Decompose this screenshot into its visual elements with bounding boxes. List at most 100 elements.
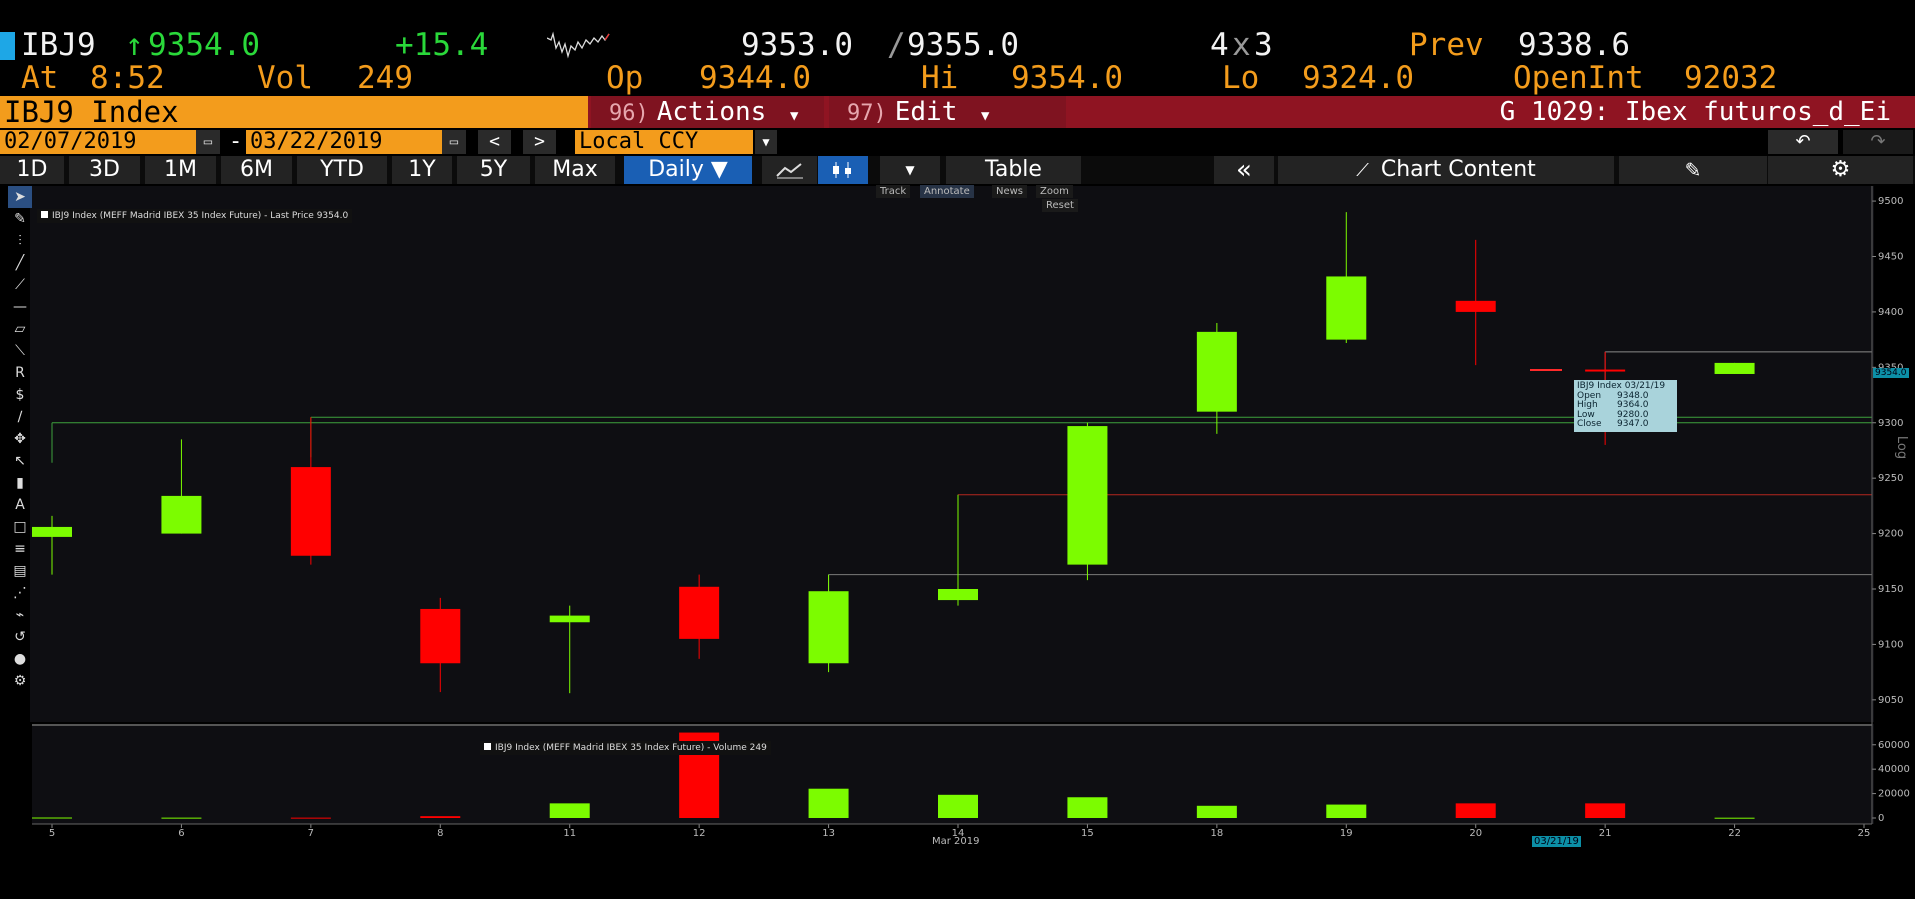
calendar-icon[interactable]: ▭ [442, 130, 466, 154]
text-icon[interactable]: A [8, 494, 32, 516]
vol-tick-label: 40000 [1878, 764, 1910, 775]
prev-price: 9338.6 [1518, 27, 1630, 63]
x-tick-label: 22 [1728, 828, 1741, 839]
next-range-button[interactable]: > [523, 130, 556, 154]
tooltip-row: Close 9347.0 [1577, 419, 1649, 429]
rectangle-icon[interactable]: □ [8, 516, 32, 538]
fibonacci-icon[interactable]: ⫶ [8, 230, 32, 252]
list-icon[interactable]: ≡ [8, 538, 32, 560]
ray-icon[interactable]: ⟋ [8, 274, 32, 296]
collapse-button[interactable]: « [1214, 156, 1274, 184]
tab-1m[interactable]: 1M [145, 156, 216, 184]
undo-button[interactable]: ↶ [1768, 130, 1838, 154]
dotted-line-icon[interactable]: ⋰ [8, 582, 32, 604]
tab-max[interactable]: Max [535, 156, 615, 184]
price-chart[interactable]: 9500945094009350930092509200915091009050… [0, 186, 1915, 856]
ask-price: 9355.0 [907, 27, 1019, 63]
end-date-field[interactable]: 03/22/2019 [246, 130, 442, 154]
edit-number: 97) [847, 101, 887, 126]
vol-tick-label: 20000 [1878, 789, 1910, 800]
chevron-down-icon: ▼ [789, 108, 799, 124]
candle-body [1067, 426, 1108, 565]
zoom-button[interactable]: Zoom [1036, 185, 1073, 198]
pen-icon[interactable]: ✎ [8, 208, 32, 230]
currency-select[interactable]: Local CCY [575, 130, 753, 154]
drawing-toolbar: ➤ ✎ ⫶ ╱ ⟋ — ▱ ⟍ R $ ∕ ✥ ↖ ▮ A □ ≡ ▤ ⋰ ⌁ … [8, 186, 32, 692]
prev-label: Prev [1409, 27, 1484, 63]
table-icon[interactable]: ▤ [8, 560, 32, 582]
refresh-icon[interactable]: ↺ [8, 626, 32, 648]
reset-button[interactable]: Reset [1042, 199, 1078, 212]
y-tick-label: 9200 [1878, 529, 1903, 540]
edit-label: Edit [894, 97, 958, 127]
chevron-down-icon: ▼ [981, 108, 990, 124]
x-tick-label: 8 [437, 828, 443, 839]
candlestick-icon[interactable] [818, 156, 868, 184]
y-tick-label: 9300 [1878, 418, 1903, 429]
volume-bar [938, 794, 978, 818]
price-range-icon[interactable]: $ [8, 384, 32, 406]
tab-5y[interactable]: 5Y [457, 156, 530, 184]
line-chart-icon[interactable] [762, 156, 817, 184]
palette-icon[interactable]: ● [8, 648, 32, 670]
move-icon[interactable]: ✥ [8, 428, 32, 450]
volume-bar [1714, 817, 1755, 819]
settings-small-icon[interactable]: ⚙ [8, 670, 32, 692]
high-label: Hi [921, 60, 959, 96]
y-tick-label: 9400 [1878, 307, 1903, 318]
actions-menu[interactable]: 96) Actions ▼ [591, 96, 824, 128]
log-scale-label[interactable]: Log [1894, 436, 1909, 459]
track-button[interactable]: Track [876, 185, 911, 198]
candle-body [1326, 276, 1367, 340]
cursor-icon[interactable]: ➤ [8, 186, 32, 208]
start-date-field[interactable]: 02/07/2019 [0, 130, 196, 154]
candle-body [290, 467, 331, 556]
x-tick-label: 11 [563, 828, 576, 839]
open-value: 9344.0 [699, 60, 811, 96]
volume-legend: IBJ9 Index (MEFF Madrid IBEX 35 Index Fu… [480, 741, 771, 755]
segment-icon[interactable]: ⟍ [8, 340, 32, 362]
price-legend-text: IBJ9 Index (MEFF Madrid IBEX 35 Index Fu… [52, 211, 349, 221]
candle-body [1196, 331, 1237, 412]
gear-icon[interactable]: ⚙ [1768, 156, 1913, 184]
tab-6m[interactable]: 6M [221, 156, 292, 184]
pointer-icon[interactable]: ↖ [8, 450, 32, 472]
link-icon[interactable]: ⌁ [8, 604, 32, 626]
volume-bar [32, 817, 72, 819]
ohlc-tooltip: IBJ9 Index 03/21/19 Open 9348.0 High 9364.… [1574, 380, 1677, 432]
redo-button[interactable]: ↷ [1843, 130, 1913, 154]
cursor-date-label: 03/21/19 [1532, 836, 1581, 847]
horizontal-line-icon[interactable]: — [8, 296, 32, 318]
bid-ask-separator: / [887, 27, 906, 63]
chart-style-dropdown[interactable]: ▼ [880, 156, 940, 184]
edit-chart-icon[interactable]: ✎ [1619, 156, 1767, 184]
ratio-icon[interactable]: R [8, 362, 32, 384]
vol-label: Vol [257, 60, 313, 96]
tab-1y[interactable]: 1Y [392, 156, 452, 184]
edit-menu[interactable]: 97) Edit ▼ [829, 96, 1066, 128]
open-label: Op [606, 60, 644, 96]
y-tick-label: 9150 [1878, 584, 1903, 595]
trash-icon[interactable]: ▮ [8, 472, 32, 494]
chart-content-button[interactable]: ⟋ Chart Content [1278, 156, 1614, 184]
trendline-icon[interactable]: ╱ [8, 252, 32, 274]
news-button[interactable]: News [992, 185, 1028, 198]
last-price: 9354.0 [148, 27, 260, 63]
channel-icon[interactable]: ▱ [8, 318, 32, 340]
tab-ytd[interactable]: YTD [297, 156, 387, 184]
tab-3d[interactable]: 3D [69, 156, 140, 184]
brush-icon[interactable]: ∕ [8, 406, 32, 428]
volume-bar [549, 803, 590, 818]
bid-size: 4 [1210, 27, 1229, 63]
ask-size: 3 [1254, 27, 1273, 63]
x-tick-label: 21 [1599, 828, 1612, 839]
chevron-down-icon[interactable]: ▼ [755, 130, 777, 154]
calendar-icon[interactable]: ▭ [196, 130, 220, 154]
frequency-dropdown[interactable]: Daily ▼ [624, 156, 752, 184]
tab-1d[interactable]: 1D [0, 156, 64, 184]
page-title: G 1029: Ibex futuros_d_Ei [1499, 97, 1891, 127]
high-value: 9354.0 [1011, 60, 1123, 96]
annotate-button[interactable]: Annotate [920, 185, 974, 198]
prev-range-button[interactable]: < [478, 130, 511, 154]
table-button[interactable]: Table [946, 156, 1081, 184]
